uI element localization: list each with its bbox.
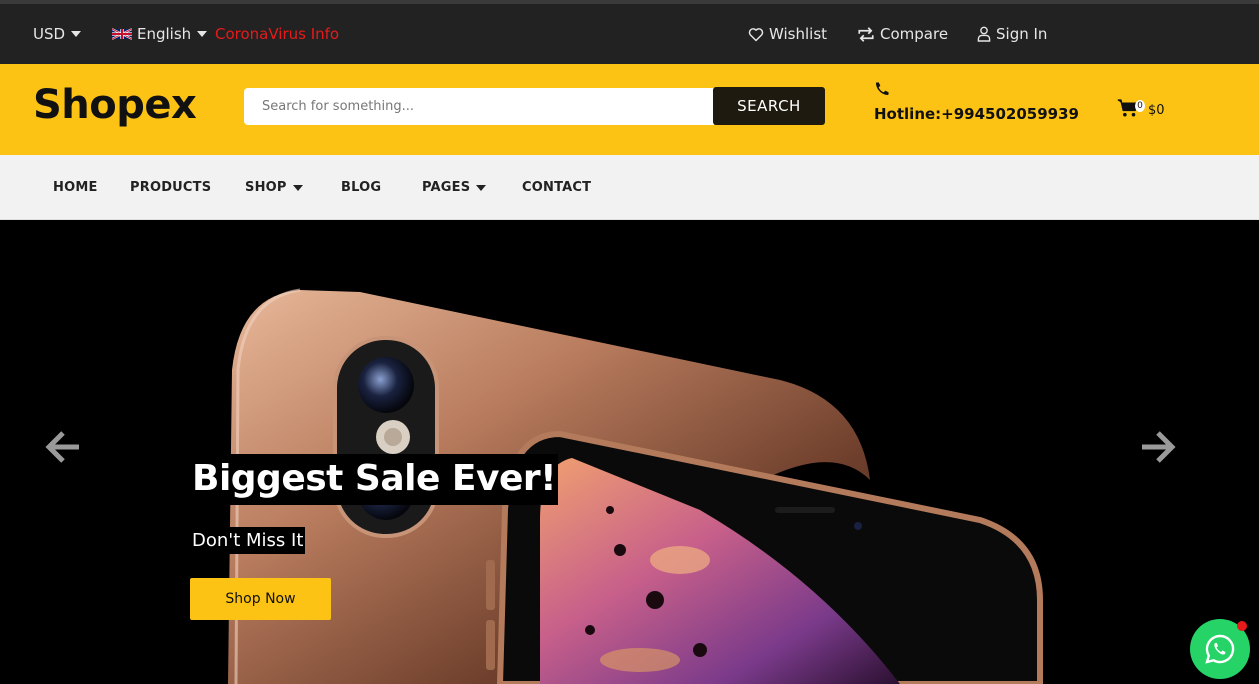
cart-count-badge: 0: [1135, 100, 1145, 112]
nav-item-shop[interactable]: SHOP: [245, 155, 303, 220]
compare-link[interactable]: Compare: [857, 4, 948, 64]
logo[interactable]: Shopex: [33, 82, 197, 128]
caret-down-icon: [71, 31, 82, 37]
coronavirus-info-link[interactable]: CoronaVirus Info: [215, 4, 339, 64]
caret-down-icon: [197, 31, 208, 37]
phone-icon: [875, 82, 889, 96]
nav-item-pages-label: PAGES: [422, 180, 471, 195]
nav-item-contact[interactable]: CONTACT: [522, 155, 591, 220]
cart-total: $0: [1148, 103, 1165, 118]
language-dropdown[interactable]: English: [112, 4, 208, 64]
search-button[interactable]: SEARCH: [713, 87, 825, 125]
hero-title: Biggest Sale Ever!: [190, 454, 559, 505]
whatsapp-icon: [1205, 634, 1235, 664]
nav-item-products[interactable]: PRODUCTS: [130, 155, 211, 220]
wishlist-link[interactable]: Wishlist: [748, 4, 827, 64]
heart-icon: [748, 27, 764, 41]
nav-item-pages[interactable]: PAGES: [422, 155, 487, 220]
caret-down-icon: [292, 184, 303, 191]
compare-label: Compare: [880, 25, 949, 43]
wishlist-label: Wishlist: [769, 25, 828, 43]
currency-dropdown[interactable]: USD: [33, 4, 82, 64]
main-nav: HOME PRODUCTS SHOP BLOG PAGES CONTACT: [0, 155, 1259, 220]
sign-in-link[interactable]: Sign In: [977, 4, 1047, 64]
nav-item-shop-label: SHOP: [245, 180, 287, 195]
hero-phone-image: [228, 288, 1043, 684]
hero-subtitle: Don't Miss It: [190, 527, 306, 554]
user-icon: [977, 26, 991, 42]
arrow-right-icon[interactable]: [1140, 430, 1176, 464]
hotline-text: Hotline:+994502059939: [874, 105, 1079, 123]
language-label: English: [137, 25, 192, 43]
arrow-left-icon[interactable]: [45, 430, 81, 464]
currency-label: USD: [33, 25, 66, 43]
nav-item-blog[interactable]: BLOG: [341, 155, 381, 220]
top-bar: USD English CoronaVirus Info Wishlist Co…: [0, 0, 1259, 64]
main-header: Shopex SEARCH Hotline:+994502059939 0 $0: [0, 64, 1259, 155]
shop-now-button[interactable]: Shop Now: [190, 578, 331, 620]
sign-in-label: Sign In: [996, 25, 1048, 43]
nav-item-home[interactable]: HOME: [53, 155, 98, 220]
caret-down-icon: [476, 184, 487, 191]
hero-slider: Biggest Sale Ever! Don't Miss It Shop No…: [0, 220, 1259, 684]
search-input[interactable]: [244, 88, 714, 125]
notification-dot: [1237, 621, 1247, 631]
compare-icon: [858, 26, 874, 42]
uk-flag-icon: [112, 28, 132, 40]
